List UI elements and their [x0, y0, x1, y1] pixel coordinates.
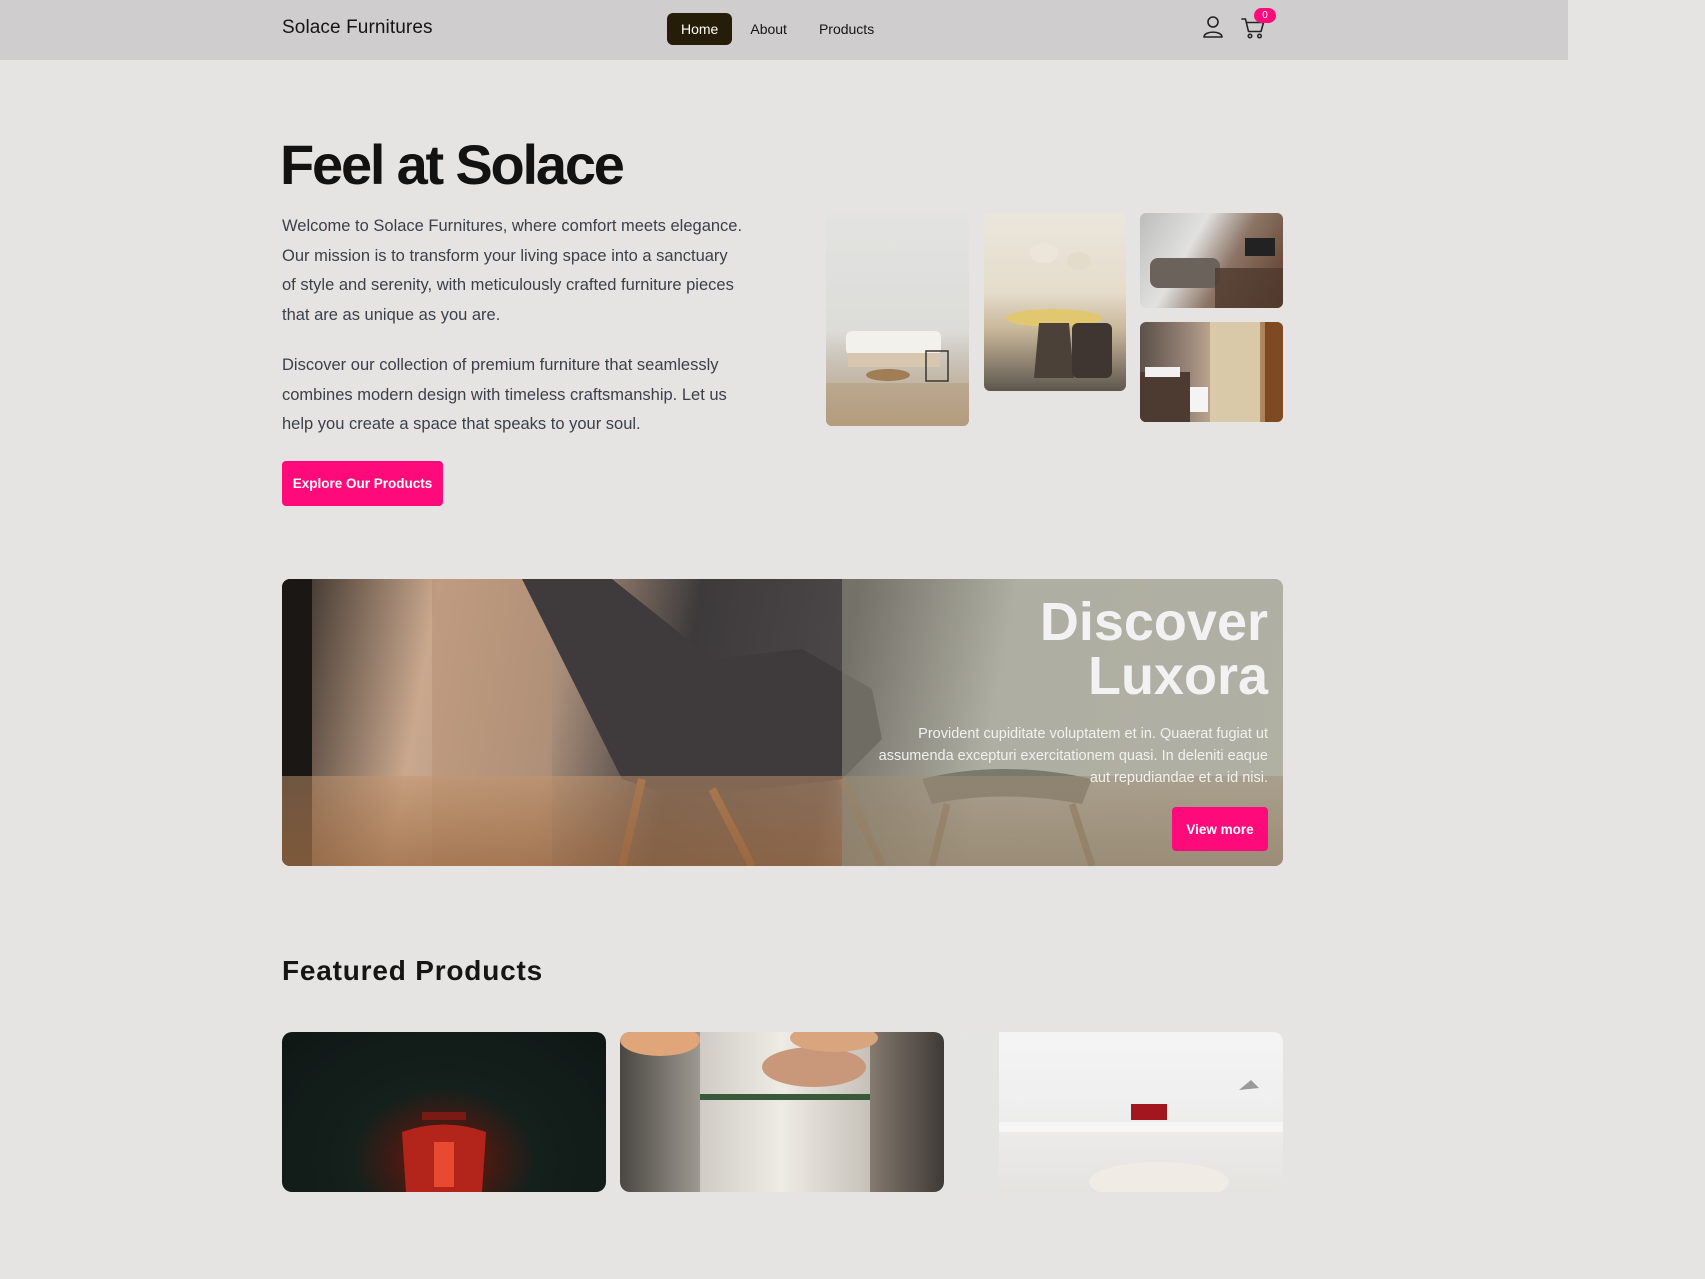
gallery-image-dining — [984, 213, 1126, 391]
hero-paragraph-2: Discover our collection of premium furni… — [282, 356, 727, 433]
gallery-image-living-room — [826, 213, 969, 426]
brand-logo[interactable]: Solace Furnitures — [282, 17, 433, 39]
product-card-lantern[interactable] — [282, 1032, 606, 1192]
banner-overlay: Discover Luxora Provident cupiditate vol… — [842, 579, 1283, 866]
discover-luxora-banner: Discover Luxora Provident cupiditate vol… — [282, 579, 1283, 866]
user-icon[interactable] — [1201, 14, 1225, 40]
banner-title-line-2: Luxora — [1087, 646, 1268, 706]
cart-count-badge: 0 — [1254, 8, 1276, 23]
banner-title-line-1: Discover — [1039, 592, 1268, 652]
gallery-image-lounge — [1140, 213, 1283, 308]
banner-description: Provident cupiditate voluptatem et in. Q… — [878, 726, 1268, 786]
navbar: Solace Furnitures Home About Products 0 — [0, 0, 1568, 60]
view-more-button[interactable]: View more — [1172, 807, 1268, 851]
gallery-image-bedroom — [1140, 322, 1283, 422]
banner-title: Discover Luxora — [868, 595, 1268, 703]
hero-title: Feel at Solace — [280, 133, 625, 196]
explore-products-button[interactable]: Explore Our Products — [282, 461, 443, 506]
nav-links: Home About Products — [667, 13, 892, 45]
hero-paragraph-1: Welcome to Solace Furnitures, where comf… — [282, 217, 743, 324]
featured-products-title: Featured Products — [282, 955, 543, 986]
product-card-bedroom[interactable] — [959, 1032, 1283, 1192]
nav-link-products[interactable]: Products — [805, 13, 888, 45]
nav-link-home[interactable]: Home — [667, 13, 733, 45]
product-card-pendant-lamps[interactable] — [620, 1032, 944, 1192]
nav-link-about[interactable]: About — [736, 13, 801, 45]
